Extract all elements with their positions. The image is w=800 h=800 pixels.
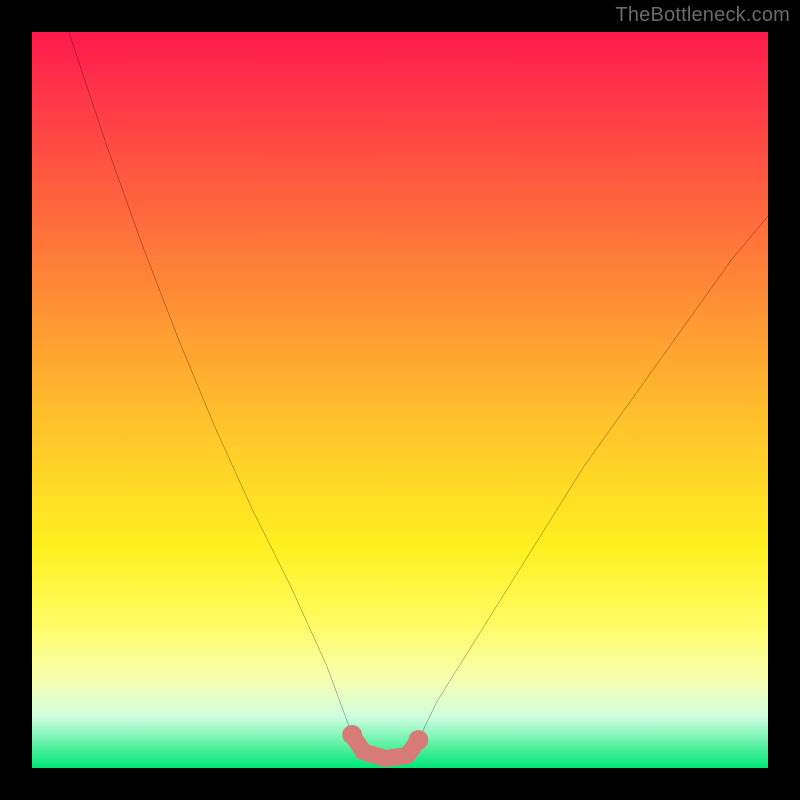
chart-frame: TheBottleneck.com: [0, 0, 800, 800]
watermark-text: TheBottleneck.com: [615, 4, 790, 27]
highlight-path: [352, 735, 418, 759]
bottleneck-curve: [69, 32, 768, 758]
highlight-endpoint: [408, 730, 428, 750]
highlight-segment: [342, 725, 428, 758]
highlight-endpoint: [342, 725, 362, 745]
chart-svg: [32, 32, 768, 768]
main-curve: [69, 32, 768, 758]
